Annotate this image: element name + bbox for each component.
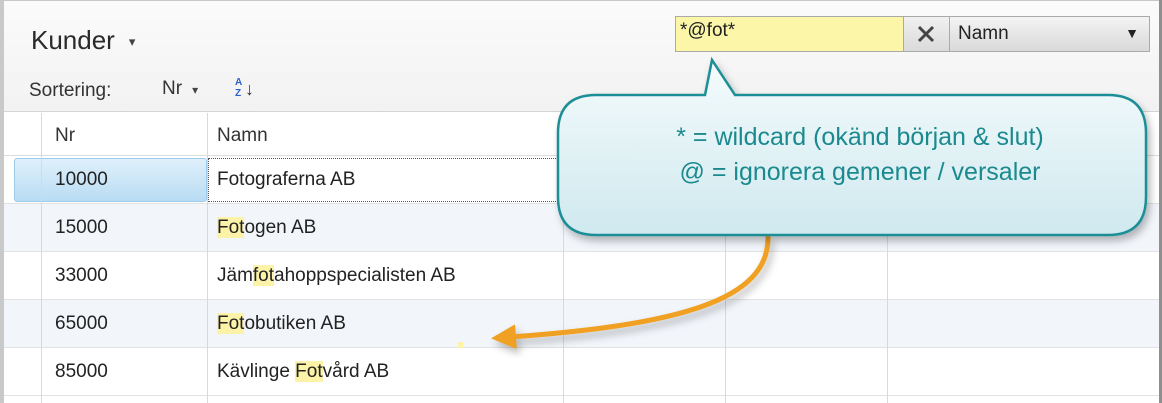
callout-line-wildcard: * = wildcard (okänd början & slut) bbox=[676, 123, 1044, 151]
callout-text: * = wildcard (okänd början & slut) @ = i… bbox=[560, 120, 1160, 190]
callout-line-case: @ = ignorera gemener / versaler bbox=[679, 158, 1041, 186]
callout-bubble bbox=[458, 56, 1148, 350]
search-hint-dot bbox=[458, 342, 463, 348]
callout-arrow bbox=[491, 235, 771, 350]
customer-list-window: Kunder ▾ Sortering: Nr ▾ AZ ↓ Namn ▼ Nr … bbox=[0, 0, 1162, 403]
window-border-left bbox=[0, 0, 4, 403]
